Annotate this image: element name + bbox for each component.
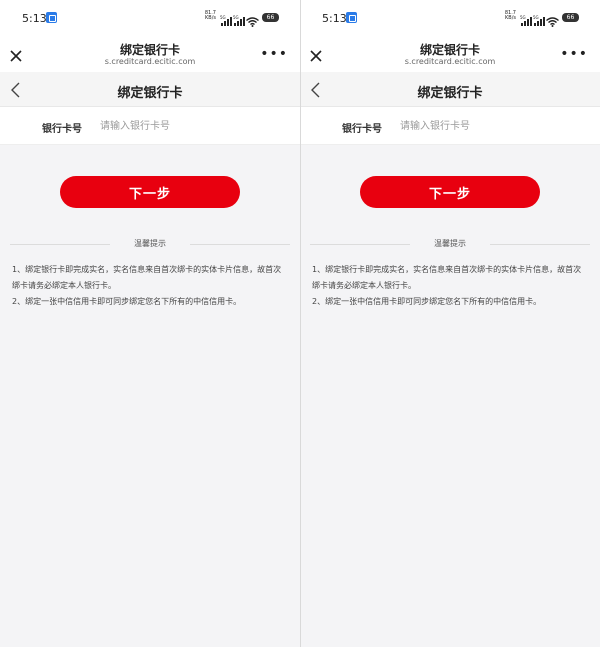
phone-screen-left: 5:13 81.7 KB/s 5G 5G 66 绑定银行卡 s.creditca… — [0, 0, 300, 647]
app-notification-icon — [46, 12, 57, 23]
network-rate-unit: KB/s — [205, 15, 216, 21]
signal-icon: 5G — [233, 11, 245, 30]
next-step-button[interactable]: 下一步 — [60, 176, 240, 208]
wifi-icon — [246, 12, 259, 31]
tips-list: 1、绑定银行卡即完成实名，实名信息来自首次绑卡的实体卡片信息，故首次绑卡请务必绑… — [12, 262, 288, 310]
phone-screen-right: 5:13 81.7 KB/s 5G 5G 66 绑定银行卡 s.creditca… — [300, 0, 600, 647]
network-type-1: 5G — [220, 15, 226, 20]
tip-item: 1、绑定银行卡即完成实名，实名信息来自首次绑卡的实体卡片信息，故首次绑卡请务必绑… — [312, 265, 582, 290]
nav-bar: 绑定银行卡 — [0, 72, 300, 107]
signal-icon: 5G — [533, 11, 545, 30]
card-number-input[interactable] — [400, 116, 580, 136]
next-step-button[interactable]: 下一步 — [360, 176, 540, 208]
card-number-label: 银行卡号 — [42, 124, 82, 135]
tips-header: 温馨提示 — [310, 238, 590, 250]
battery-icon: 66 — [562, 13, 579, 22]
tips-list: 1、绑定银行卡即完成实名，实名信息来自首次绑卡的实体卡片信息，故首次绑卡请务必绑… — [312, 262, 588, 310]
battery-icon: 66 — [262, 13, 279, 22]
divider-line — [190, 244, 290, 245]
card-number-row: 银行卡号 — [300, 107, 600, 145]
card-number-input[interactable] — [100, 116, 280, 136]
browser-titlebar: 绑定银行卡 s.creditcard.ecitic.com ••• — [0, 36, 300, 72]
network-rate: 81.7 KB/s — [500, 11, 516, 21]
status-time: 5:13 — [322, 12, 347, 25]
network-type-2: 5G — [233, 15, 239, 20]
nav-title: 绑定银行卡 — [417, 86, 483, 101]
signal-icon: 5G — [220, 11, 232, 30]
status-bar: 5:13 81.7 KB/s 5G 5G 66 — [300, 0, 600, 36]
tip-item: 2、绑定一张中信信用卡即可同步绑定您名下所有的中信信用卡。 — [312, 297, 542, 306]
page-title: 绑定银行卡 — [119, 43, 180, 57]
page-url: s.creditcard.ecitic.com — [404, 57, 496, 66]
divider-line — [490, 244, 590, 245]
wifi-icon — [546, 12, 559, 31]
nav-title: 绑定银行卡 — [117, 86, 183, 101]
page-url: s.creditcard.ecitic.com — [104, 57, 196, 66]
network-rate: 81.7 KB/s — [200, 11, 216, 21]
network-type-1: 5G — [520, 15, 526, 20]
network-rate-unit: KB/s — [505, 15, 516, 21]
tips-header: 温馨提示 — [10, 238, 290, 250]
status-bar: 5:13 81.7 KB/s 5G 5G 66 — [0, 0, 300, 36]
nav-bar: 绑定银行卡 — [300, 72, 600, 107]
screen-divider — [299, 0, 301, 647]
tip-item: 1、绑定银行卡即完成实名，实名信息来自首次绑卡的实体卡片信息，故首次绑卡请务必绑… — [12, 265, 282, 290]
app-notification-icon — [346, 12, 357, 23]
network-type-2: 5G — [533, 15, 539, 20]
card-number-row: 银行卡号 — [0, 107, 300, 145]
card-number-label: 银行卡号 — [342, 124, 382, 135]
status-time: 5:13 — [22, 12, 47, 25]
signal-icon: 5G — [520, 11, 532, 30]
tip-item: 2、绑定一张中信信用卡即可同步绑定您名下所有的中信信用卡。 — [12, 297, 242, 306]
browser-titlebar: 绑定银行卡 s.creditcard.ecitic.com ••• — [300, 36, 600, 72]
split-screen: 5:13 81.7 KB/s 5G 5G 66 绑定银行卡 s.creditca… — [0, 0, 600, 647]
more-icon[interactable]: ••• — [560, 47, 588, 61]
page-title: 绑定银行卡 — [419, 43, 480, 57]
more-icon[interactable]: ••• — [260, 47, 288, 61]
